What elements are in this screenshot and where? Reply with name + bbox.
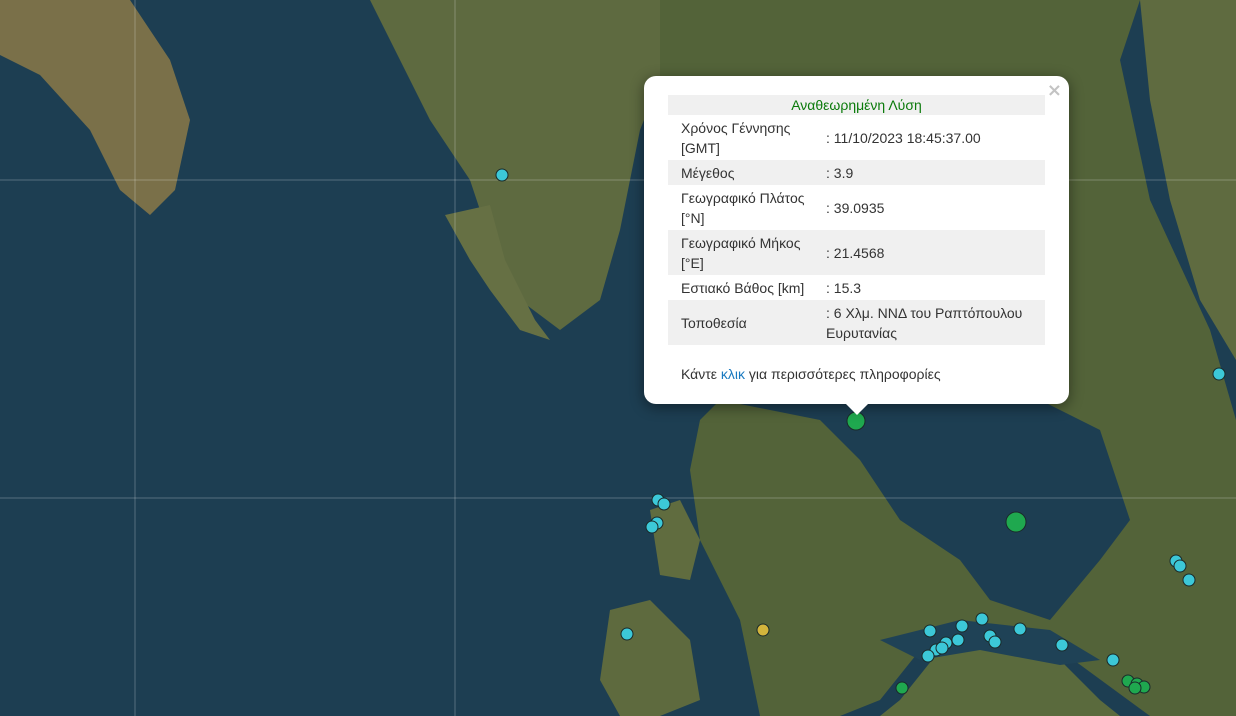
table-row: Χρόνος Γέννησης [GMT] : 11/10/2023 18:45…: [668, 115, 1045, 160]
earthquake-marker[interactable]: [975, 612, 989, 626]
earthquake-marker[interactable]: [1212, 367, 1226, 381]
close-icon[interactable]: ×: [1047, 80, 1062, 101]
location-value: : 6 Χλμ. ΝΝΔ του Ραπτόπουλου Ευρυτανίας: [826, 305, 1023, 341]
earthquake-marker[interactable]: [935, 641, 949, 655]
popup-pointer: [845, 403, 869, 415]
earthquake-marker[interactable]: [1173, 559, 1187, 573]
table-row: Γεωγραφικό Μήκος [°E] : 21.4568: [668, 230, 1045, 275]
earthquake-marker[interactable]: [1182, 573, 1196, 587]
longitude-value: : 21.4568: [826, 245, 885, 261]
depth-label: Εστιακό Βάθος [km]: [681, 280, 805, 296]
earthquake-marker[interactable]: [756, 623, 770, 637]
earthquake-marker[interactable]: [1106, 653, 1120, 667]
earthquake-marker[interactable]: [620, 627, 634, 641]
magnitude-value: : 3.9: [826, 165, 854, 181]
location-label: Τοποθεσία: [681, 315, 747, 331]
earthquake-marker[interactable]: [1128, 681, 1142, 695]
latitude-value: : 39.0935: [826, 200, 885, 216]
more-info-link[interactable]: κλικ: [721, 366, 745, 382]
popup-title: Αναθεωρημένη Λύση: [668, 95, 1045, 115]
earthquake-popup: × Αναθεωρημένη Λύση Χρόνος Γέννησης [GMT…: [644, 76, 1069, 404]
earthquake-marker[interactable]: [1055, 638, 1069, 652]
table-row: Τοποθεσία : 6 Χλμ. ΝΝΔ του Ραπτόπουλου Ε…: [668, 300, 1045, 345]
latitude-label: Γεωγραφικό Πλάτος [°N]: [681, 190, 805, 226]
earthquake-marker[interactable]: [657, 497, 671, 511]
more-info-text: Κάντε κλικ για περισσότερες πληροφορίες: [681, 366, 941, 382]
earthquake-marker[interactable]: [495, 168, 509, 182]
depth-value: : 15.3: [826, 280, 862, 296]
longitude-label: Γεωγραφικό Μήκος [°E]: [681, 235, 801, 271]
magnitude-label: Μέγεθος: [681, 165, 735, 181]
origin-time-label: Χρόνος Γέννησης [GMT]: [681, 120, 791, 156]
earthquake-marker[interactable]: [1005, 511, 1027, 533]
earthquake-details-table: Αναθεωρημένη Λύση Χρόνος Γέννησης [GMT] …: [668, 95, 1045, 345]
earthquake-marker[interactable]: [921, 649, 935, 663]
earthquake-marker[interactable]: [955, 619, 969, 633]
earthquake-marker[interactable]: [988, 635, 1002, 649]
earthquake-marker[interactable]: [923, 624, 937, 638]
earthquake-marker[interactable]: [645, 520, 659, 534]
table-row: Μέγεθος : 3.9: [668, 160, 1045, 185]
table-row: Εστιακό Βάθος [km] : 15.3: [668, 275, 1045, 300]
more-info-prefix: Κάντε: [681, 366, 721, 382]
earthquake-marker[interactable]: [895, 681, 909, 695]
more-info-suffix: για περισσότερες πληροφορίες: [745, 366, 941, 382]
earthquake-marker[interactable]: [951, 633, 965, 647]
earthquake-marker[interactable]: [1013, 622, 1027, 636]
table-row: Γεωγραφικό Πλάτος [°N] : 39.0935: [668, 185, 1045, 230]
origin-time-value: : 11/10/2023 18:45:37.00: [826, 130, 981, 146]
